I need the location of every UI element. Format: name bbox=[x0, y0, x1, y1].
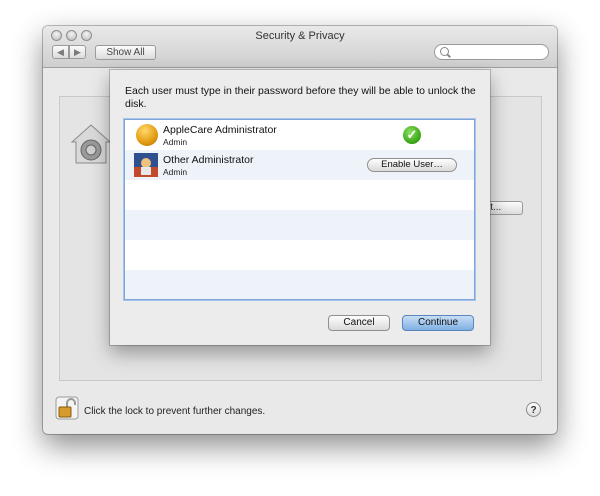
sheet-message: Each user must type in their password be… bbox=[125, 85, 476, 110]
search-icon bbox=[440, 47, 449, 56]
cancel-button[interactable]: Cancel bbox=[328, 315, 390, 331]
help-button[interactable]: ? bbox=[526, 402, 541, 417]
empty-row bbox=[125, 210, 474, 240]
avatar bbox=[134, 153, 158, 177]
lock-instruction-text: Click the lock to prevent further change… bbox=[84, 406, 266, 417]
forward-arrow-icon: ▶ bbox=[74, 47, 81, 57]
avatar bbox=[136, 124, 158, 146]
background-truncated-button: lt... bbox=[485, 201, 523, 215]
empty-row bbox=[125, 270, 474, 299]
user-name: AppleCare Administrator bbox=[163, 124, 277, 136]
list-item[interactable]: AppleCare Administrator Admin ✓ bbox=[125, 120, 474, 150]
user-role: Admin bbox=[163, 137, 188, 147]
user-role: Admin bbox=[163, 167, 188, 177]
unlocked-lock-icon[interactable] bbox=[55, 396, 79, 420]
checkmark-icon: ✓ bbox=[403, 126, 421, 144]
enable-users-sheet: Each user must type in their password be… bbox=[110, 70, 490, 345]
back-arrow-icon: ◀ bbox=[57, 47, 64, 57]
filevault-house-icon bbox=[70, 124, 112, 164]
forward-button[interactable]: ▶ bbox=[69, 45, 86, 59]
back-button[interactable]: ◀ bbox=[52, 45, 69, 59]
enable-user-button[interactable]: Enable User… bbox=[367, 158, 457, 172]
empty-row bbox=[125, 240, 474, 270]
window-title: Security & Privacy bbox=[255, 30, 345, 42]
user-list[interactable]: AppleCare Administrator Admin ✓ Other Ad… bbox=[124, 119, 475, 300]
empty-row bbox=[125, 180, 474, 210]
continue-button[interactable]: Continue bbox=[402, 315, 474, 331]
user-name: Other Administrator bbox=[163, 154, 254, 166]
title-bar: Security & Privacy ◀ ▶ Show All bbox=[43, 26, 557, 68]
search-input[interactable] bbox=[434, 44, 549, 60]
list-item[interactable]: Other Administrator Admin Enable User… bbox=[125, 150, 474, 180]
show-all-button[interactable]: Show All bbox=[95, 45, 156, 60]
